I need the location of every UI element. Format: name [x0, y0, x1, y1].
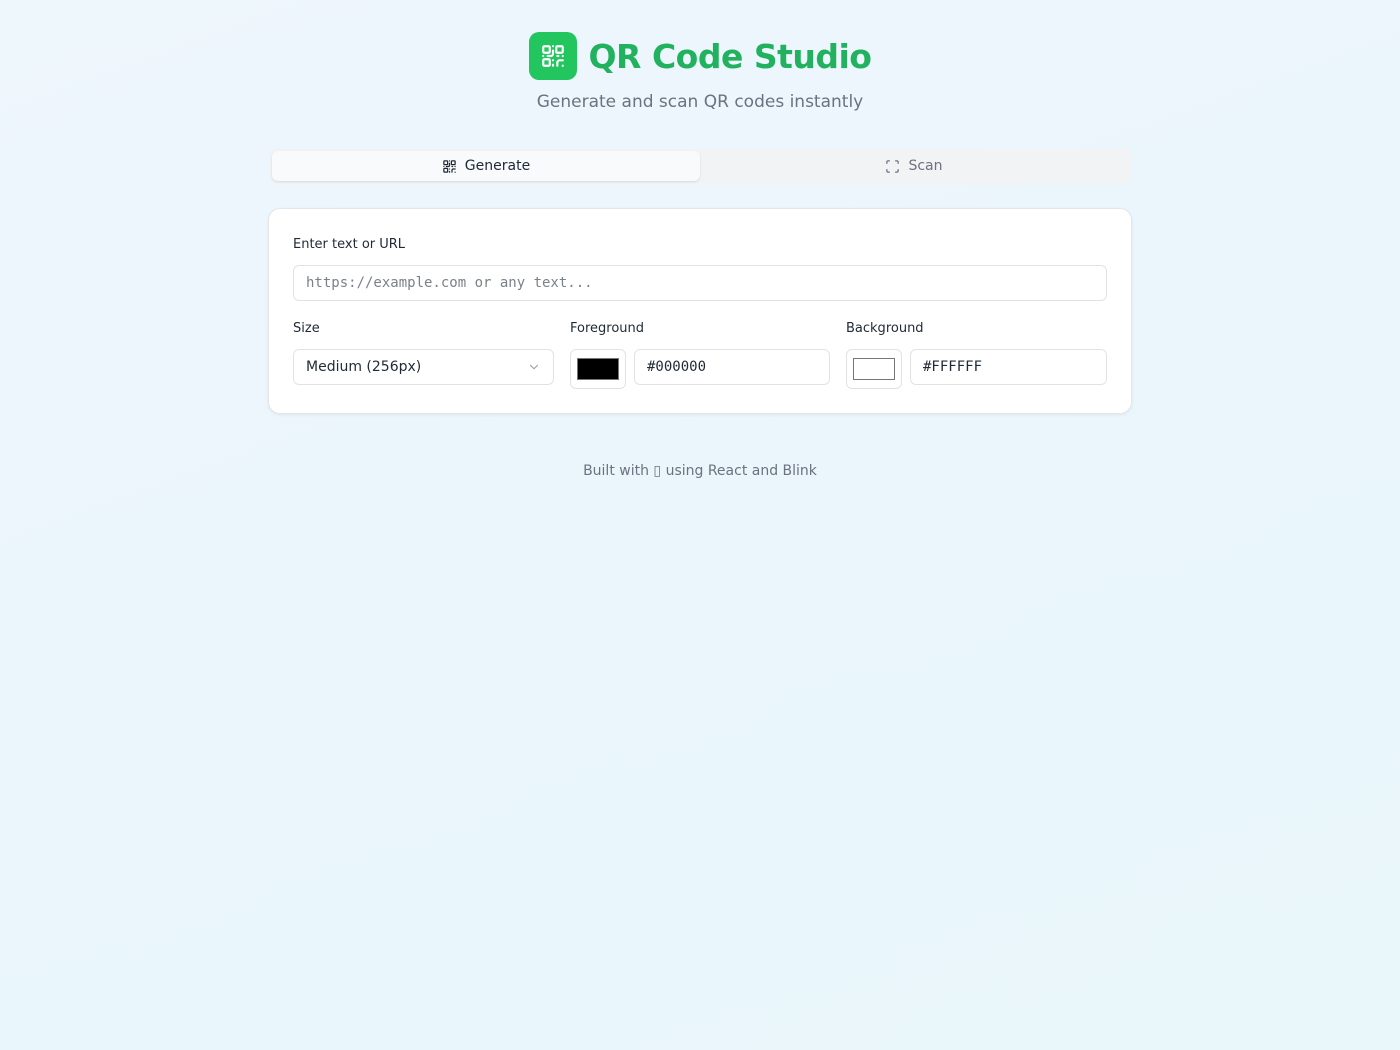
- background-swatch: [853, 358, 895, 380]
- scan-frame-icon: [886, 159, 900, 173]
- mode-tabs: Generate Scan: [269, 148, 1131, 184]
- foreground-color-picker[interactable]: [570, 349, 626, 389]
- foreground-hex-input[interactable]: [634, 349, 830, 385]
- header: QR Code Studio Generate and scan QR code…: [0, 32, 1400, 112]
- size-label: Size: [293, 321, 320, 336]
- qr-code-icon: [541, 45, 564, 67]
- size-select[interactable]: Medium (256px): [293, 349, 554, 385]
- foreground-swatch: [577, 358, 619, 380]
- background-color-picker[interactable]: [846, 349, 902, 389]
- qr-code-icon: [443, 159, 456, 173]
- tab-generate-label: Generate: [464, 158, 531, 174]
- brand: QR Code Studio: [528, 32, 872, 80]
- app-logo: [528, 32, 577, 80]
- generator-card: Enter text or URL Size Medium (256px) Fo…: [268, 208, 1132, 414]
- app-title: QR Code Studio: [588, 36, 872, 76]
- background-label: Background: [846, 321, 924, 336]
- footer-text: Built with ▯ using React and Blink: [583, 463, 817, 479]
- foreground-label: Foreground: [570, 321, 645, 336]
- app-subtitle: Generate and scan QR codes instantly: [536, 92, 864, 112]
- text-input-label: Enter text or URL: [293, 237, 406, 252]
- size-select-value: Medium (256px): [306, 359, 422, 375]
- tab-generate[interactable]: Generate: [272, 151, 700, 181]
- text-url-input[interactable]: [293, 265, 1107, 301]
- background-hex-input[interactable]: [910, 349, 1107, 385]
- chevron-down-icon: [529, 364, 539, 370]
- tab-scan-label: Scan: [908, 158, 943, 174]
- tab-scan[interactable]: Scan: [700, 151, 1128, 181]
